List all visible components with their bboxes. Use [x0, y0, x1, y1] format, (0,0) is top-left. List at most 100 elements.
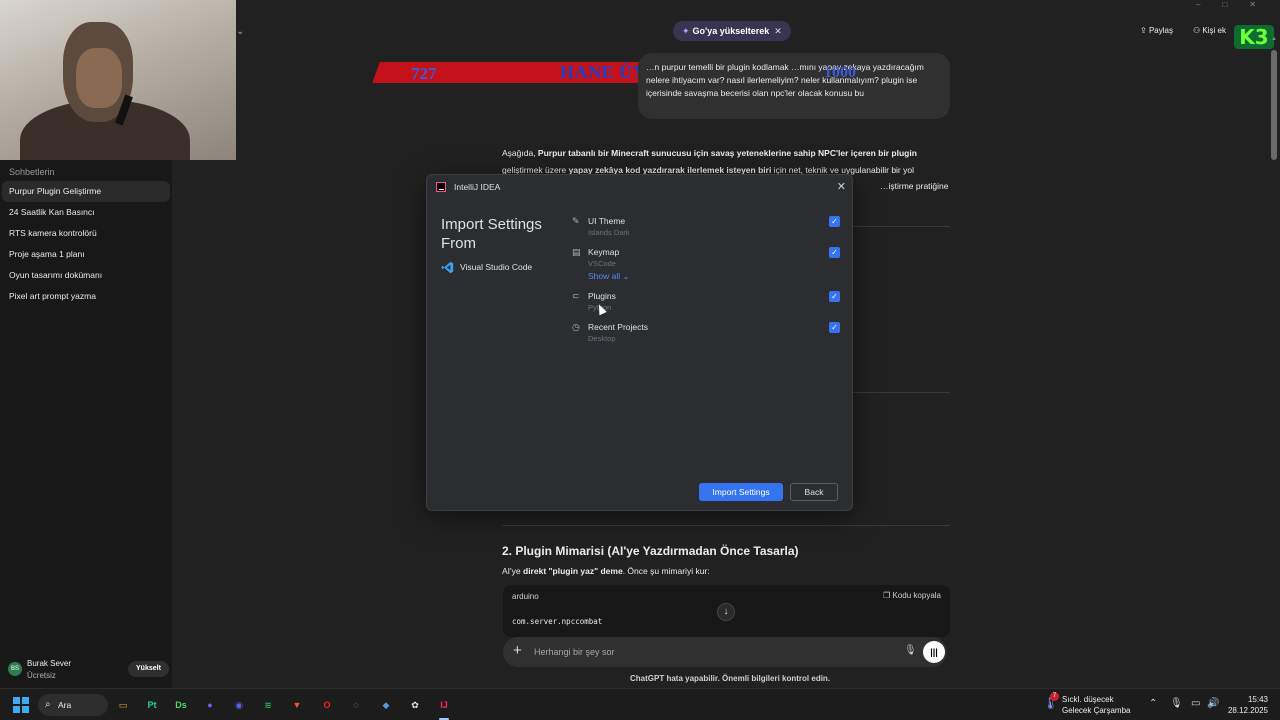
- dialog-titlebar[interactable]: IntelliJ IDEA ✕: [427, 175, 852, 199]
- option-recent-projects[interactable]: ◷ Recent Projects Desktop ✓: [572, 322, 842, 350]
- plus-icon[interactable]: +: [513, 642, 522, 659]
- upgrade-pill[interactable]: ✦ Go'ya yükselterek ✕: [673, 21, 791, 41]
- code-line: com.server.npccombat: [512, 617, 603, 626]
- chat-item[interactable]: Proje aşama 1 planı: [0, 244, 172, 265]
- intellij-icon[interactable]: IJ: [435, 696, 453, 714]
- chats-section-title: Sohbetlerin: [9, 167, 55, 177]
- windows-start-icon[interactable]: [13, 697, 29, 713]
- user-message: …n purpur temelli bir plugin kodlamak …m…: [638, 53, 950, 119]
- source-vscode[interactable]: Visual Studio Code: [441, 261, 532, 274]
- show-all-link[interactable]: Show all ⌄: [588, 271, 630, 282]
- datasense-icon[interactable]: Ds: [172, 696, 190, 714]
- option-label: UI Theme: [588, 216, 626, 226]
- checkbox[interactable]: ✓: [829, 216, 840, 227]
- weather-badge: 7: [1050, 692, 1059, 701]
- import-settings-dialog: IntelliJ IDEA ✕ Import Settings From Vis…: [426, 174, 853, 511]
- close-icon[interactable]: ✕: [837, 180, 846, 193]
- scroll-down-button[interactable]: ↓: [717, 603, 735, 621]
- user-name: Burak Sever: [27, 659, 72, 668]
- app3-icon[interactable]: ◆: [377, 696, 395, 714]
- response-text: Aşağıda,: [502, 148, 538, 158]
- chat-item[interactable]: Oyun tasarımı dokümanı: [0, 265, 172, 286]
- microphone-icon[interactable]: 🎙: [904, 645, 917, 656]
- user-plan: Ücretsiz: [27, 671, 56, 680]
- chat-item[interactable]: Pixel art prompt yazma: [0, 286, 172, 307]
- app-icon[interactable]: ●: [201, 696, 219, 714]
- add-person-label: Kişi ek: [1202, 26, 1226, 35]
- composer[interactable]: + Herhangi bir şey sor 🎙 |||: [503, 637, 947, 667]
- intellij-icon: [436, 182, 446, 192]
- display-icon[interactable]: ▭: [1191, 698, 1200, 709]
- chevron-up-icon[interactable]: ⌃: [1149, 698, 1157, 709]
- opera-icon[interactable]: O: [318, 696, 336, 714]
- show-all-label: Show all: [588, 271, 621, 281]
- response-bold: yapay zekâya kod yazdırarak ilerlemek is…: [568, 164, 772, 175]
- copy-code-button[interactable]: ❐ Kodu kopyala: [883, 591, 941, 600]
- response-text: geliştirmek üzere: [502, 164, 569, 175]
- keyboard-icon: ▤: [572, 247, 581, 257]
- k3-logo: K3: [1234, 25, 1274, 49]
- brave-icon[interactable]: ▼: [288, 696, 306, 714]
- source-label: Visual Studio Code: [460, 261, 533, 272]
- upgrade-button[interactable]: Yükselt: [128, 661, 169, 677]
- scrollbar[interactable]: ▲: [1271, 36, 1277, 664]
- banner-number: 727: [411, 64, 437, 83]
- chat-item[interactable]: 24 Saatlik Kan Basıncı: [0, 202, 172, 223]
- chat-item[interactable]: RTS kamera kontrolörü: [0, 223, 172, 244]
- chatgpt-icon[interactable]: ✿: [406, 696, 424, 714]
- chat-list: Purpur Plugin Geliştirme 24 Saatlik Kan …: [0, 181, 172, 307]
- option-label: Recent Projects: [588, 322, 648, 332]
- option-plugins[interactable]: ⊂ Plugins Python ✓: [572, 291, 842, 319]
- clock-icon: ◷: [572, 322, 580, 332]
- share-label: Paylaş: [1148, 26, 1173, 35]
- section-text-part: AI'ye: [502, 566, 523, 576]
- volume-icon[interactable]: 🔊: [1207, 698, 1219, 709]
- weather-subtext[interactable]: Gelecek Çarşamba: [1062, 706, 1130, 715]
- weather-text[interactable]: Sıckl. düşecek: [1062, 695, 1114, 704]
- option-ui-theme[interactable]: ✎ UI Theme Islands Dark ✓: [572, 216, 842, 244]
- code-language: arduino: [512, 592, 539, 601]
- option-sub: VSCode: [588, 259, 616, 268]
- taskbar: ⌕ Ara ▭ Pt Ds ● ◉ ≋ ▼ O ◌ ◆ ✿ IJ 🌡 7 Sıckl. düşecek …: [0, 688, 1280, 720]
- checkbox[interactable]: ✓: [829, 322, 840, 333]
- import-settings-button[interactable]: Import Settings: [699, 483, 783, 501]
- microphone-icon[interactable]: 🎙: [1170, 698, 1183, 709]
- checkbox[interactable]: ✓: [829, 291, 840, 302]
- taskbar-search[interactable]: ⌕ Ara: [38, 694, 108, 716]
- divider: [502, 525, 950, 526]
- banner-count: 1000: [824, 64, 856, 81]
- discord-icon[interactable]: ◉: [230, 696, 248, 714]
- option-sub: Desktop: [588, 334, 616, 343]
- search-label: Ara: [58, 700, 72, 710]
- brush-icon: ✎: [572, 216, 580, 226]
- share-button[interactable]: ⇪ Paylaş: [1140, 26, 1173, 35]
- back-button[interactable]: Back: [790, 483, 838, 501]
- user-menu[interactable]: BS Burak Sever Ücretsiz Yükselt: [7, 656, 169, 684]
- clock-time[interactable]: 15:43: [1246, 695, 1268, 704]
- dialog-title: IntelliJ IDEA: [454, 182, 501, 192]
- clock-date[interactable]: 28.12.2025: [1226, 706, 1268, 715]
- composer-input[interactable]: Herhangi bir şey sor: [534, 647, 615, 657]
- checkbox[interactable]: ✓: [829, 247, 840, 258]
- window-controls[interactable]: –□✕: [1196, 0, 1278, 9]
- scrollbar-thumb[interactable]: [1271, 50, 1277, 160]
- file-explorer-icon[interactable]: ▭: [114, 696, 132, 714]
- webcam-person-face: [76, 48, 122, 108]
- app2-icon[interactable]: ◌: [347, 696, 365, 714]
- scroll-up-icon[interactable]: ▲: [1271, 36, 1277, 42]
- chevron-down-icon: ⌄: [622, 271, 630, 281]
- chevron-down-icon[interactable]: ⌄: [236, 26, 244, 37]
- pycharm-icon[interactable]: Pt: [143, 696, 161, 714]
- response-text: için net, teknik ve uygulanabilir bir yo…: [771, 164, 914, 175]
- voice-mode-button[interactable]: |||: [923, 641, 945, 663]
- option-label: Keymap: [588, 247, 620, 257]
- option-sub: Islands Dark: [588, 228, 630, 237]
- add-person-button[interactable]: ⚇ Kişi ek: [1193, 26, 1226, 35]
- close-icon[interactable]: ✕: [774, 26, 782, 36]
- spotify-icon[interactable]: ≋: [259, 696, 277, 714]
- vscode-icon: [441, 261, 454, 274]
- response-bold: Purpur tabanlı bir Minecraft sunucusu iç…: [537, 148, 917, 158]
- chat-item[interactable]: Purpur Plugin Geliştirme: [2, 181, 170, 202]
- person-add-icon: ⚇: [1193, 26, 1203, 35]
- upgrade-pill-label: Go'ya yükselterek: [692, 26, 770, 36]
